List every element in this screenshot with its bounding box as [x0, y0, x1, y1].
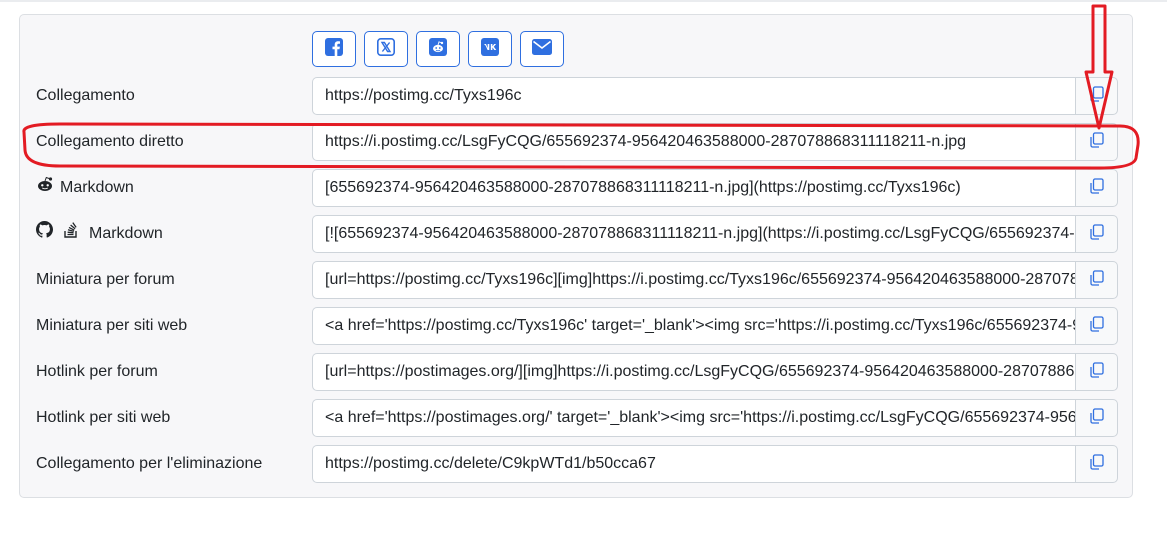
link-field[interactable]: [![655692374-956420463588000-28707886831… — [312, 215, 1075, 253]
link-field[interactable]: https://postimg.cc/Tyxs196c — [312, 77, 1075, 115]
link-row: Markdown [![655692374-956420463588000-28… — [0, 215, 1167, 253]
link-row: Miniatura per forum [url=https://postimg… — [0, 261, 1167, 299]
link-row: Collegamento per l'eliminazione https://… — [0, 445, 1167, 483]
share-buttons — [312, 31, 564, 67]
x-twitter-icon — [377, 37, 395, 61]
link-field[interactable]: [655692374-956420463588000-2870788683111… — [312, 169, 1075, 207]
copy-button[interactable] — [1075, 123, 1118, 161]
copy-button[interactable] — [1075, 169, 1118, 207]
email-icon — [532, 38, 552, 60]
copy-button[interactable] — [1075, 307, 1118, 345]
row-label: Collegamento — [36, 87, 135, 104]
row-label: Collegamento per l'eliminazione — [36, 455, 263, 472]
link-row: Markdown [655692374-956420463588000-2870… — [0, 169, 1167, 207]
copy-button[interactable] — [1075, 261, 1118, 299]
copy-icon — [1089, 85, 1105, 107]
copy-icon — [1089, 269, 1105, 291]
row-label: Miniatura per siti web — [36, 317, 188, 334]
copy-icon — [1089, 131, 1105, 153]
row-label: Collegamento diretto — [36, 133, 184, 150]
copy-button[interactable] — [1075, 77, 1118, 115]
link-field[interactable]: https://i.postimg.cc/LsgFyCQG/655692374-… — [312, 123, 1075, 161]
share-vk-button[interactable] — [468, 31, 512, 67]
copy-icon — [1089, 177, 1105, 199]
link-field[interactable]: [url=https://postimg.cc/Tyxs196c][img]ht… — [312, 261, 1075, 299]
row-label: Hotlink per siti web — [36, 409, 171, 426]
copy-icon — [1089, 453, 1105, 475]
link-row: Collegamento diretto https://i.postimg.c… — [0, 123, 1167, 161]
copy-button[interactable] — [1075, 353, 1118, 391]
copy-icon — [1089, 407, 1105, 429]
facebook-icon — [325, 37, 343, 61]
link-field[interactable]: <a href='https://postimages.org/' target… — [312, 399, 1075, 437]
copy-button[interactable] — [1075, 445, 1118, 483]
copy-button[interactable] — [1075, 215, 1118, 253]
share-email-button[interactable] — [520, 31, 564, 67]
stack-overflow-icon — [63, 215, 79, 253]
link-field[interactable]: [url=https://postimages.org/][img]https:… — [312, 353, 1075, 391]
copy-icon — [1089, 315, 1105, 337]
link-row: Hotlink per forum [url=https://postimage… — [0, 353, 1167, 391]
copy-button[interactable] — [1075, 399, 1118, 437]
top-divider — [0, 0, 1167, 2]
share-reddit-button[interactable] — [416, 31, 460, 67]
link-row: Miniatura per siti web <a href='https://… — [0, 307, 1167, 345]
row-label: Miniatura per forum — [36, 271, 175, 288]
reddit-icon — [429, 37, 447, 61]
row-label: Markdown — [36, 215, 163, 253]
link-row: Collegamento https://postimg.cc/Tyxs196c — [0, 77, 1167, 115]
copy-icon — [1089, 361, 1105, 383]
share-facebook-button[interactable] — [312, 31, 356, 67]
row-label: Hotlink per forum — [36, 363, 158, 380]
vk-icon — [481, 37, 499, 61]
link-field[interactable]: https://postimg.cc/delete/C9kpWTd1/b50cc… — [312, 445, 1075, 483]
github-icon — [36, 215, 53, 253]
reddit-icon — [36, 169, 54, 207]
copy-icon — [1089, 223, 1105, 245]
link-field[interactable]: <a href='https://postimg.cc/Tyxs196c' ta… — [312, 307, 1075, 345]
link-row: Hotlink per siti web <a href='https://po… — [0, 399, 1167, 437]
row-label: Markdown — [36, 169, 134, 207]
share-x-button[interactable] — [364, 31, 408, 67]
